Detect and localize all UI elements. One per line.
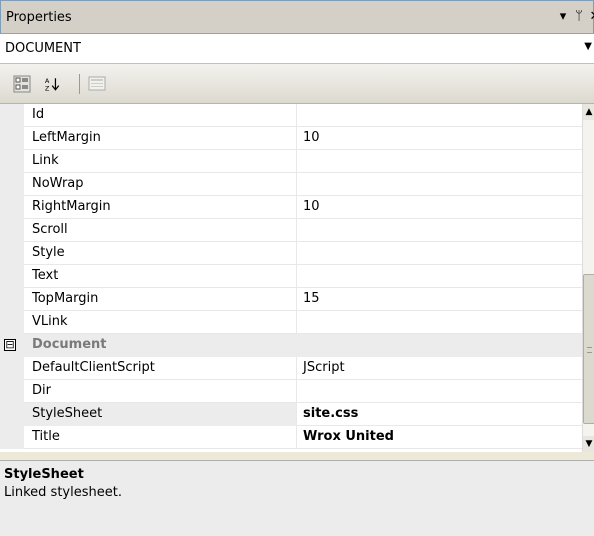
description-pane: StyleSheet Linked stylesheet.	[0, 460, 594, 536]
property-name: VLink	[32, 314, 68, 329]
property-name: Dir	[32, 383, 51, 398]
table-row[interactable]: RightMargin 10	[0, 196, 582, 219]
property-pages-icon[interactable]	[88, 75, 106, 93]
scroll-down-icon[interactable]: ▼	[583, 436, 594, 452]
scrollbar-thumb[interactable]	[583, 274, 594, 424]
table-row[interactable]: Scroll	[0, 219, 582, 242]
property-value[interactable]: Wrox United	[303, 429, 394, 444]
property-name: Id	[32, 107, 45, 122]
category-name: Document	[32, 337, 107, 352]
property-name: StyleSheet	[32, 406, 103, 421]
close-icon[interactable]: ✕	[587, 9, 594, 25]
property-name: LeftMargin	[32, 130, 101, 145]
property-value[interactable]: 10	[303, 199, 320, 214]
table-row[interactable]: Dir	[0, 380, 582, 403]
collapse-toggle-icon[interactable]: ⊟	[4, 339, 16, 351]
property-name: TopMargin	[32, 291, 99, 306]
property-value[interactable]: 15	[303, 291, 320, 306]
property-value[interactable]: JScript	[303, 360, 345, 375]
table-row[interactable]: Text	[0, 265, 582, 288]
table-row[interactable]: Style	[0, 242, 582, 265]
property-name: DefaultClientScript	[32, 360, 155, 375]
properties-toolbar: A Z	[0, 64, 594, 104]
sort-az-icon[interactable]: A Z	[44, 75, 62, 93]
property-name: Link	[32, 153, 59, 168]
table-row[interactable]: LeftMargin 10	[0, 127, 582, 150]
description-title: StyleSheet	[4, 467, 84, 482]
property-name: Scroll	[32, 222, 68, 237]
dropdown-arrow-icon[interactable]: ▾	[555, 9, 571, 25]
property-name: NoWrap	[32, 176, 84, 191]
properties-titlebar: Properties ▾ ᛘ ✕	[0, 0, 594, 34]
table-row[interactable]: NoWrap	[0, 173, 582, 196]
svg-text:Z: Z	[45, 85, 50, 93]
table-row[interactable]: VLink	[0, 311, 582, 334]
scroll-up-icon[interactable]: ▲	[583, 104, 594, 120]
description-text: Linked stylesheet.	[4, 485, 122, 500]
table-row[interactable]: TopMargin 15	[0, 288, 582, 311]
categorized-icon[interactable]	[13, 75, 31, 93]
object-selector-value: DOCUMENT	[5, 41, 81, 56]
property-name: Text	[32, 268, 59, 283]
table-row[interactable]: DefaultClientScript JScript	[0, 357, 582, 380]
property-name: RightMargin	[32, 199, 111, 214]
property-value[interactable]: 10	[303, 130, 320, 145]
table-row[interactable]: Id	[0, 104, 582, 127]
property-name: Style	[32, 245, 65, 260]
panel-title: Properties	[6, 10, 72, 25]
table-row-selected[interactable]: StyleSheet site.css	[0, 403, 582, 426]
table-row[interactable]: Title Wrox United	[0, 426, 582, 449]
pin-icon[interactable]: ᛘ	[571, 9, 587, 25]
category-row-document[interactable]: ⊟ Document	[0, 334, 582, 357]
table-row[interactable]: Link	[0, 150, 582, 173]
object-selector[interactable]: DOCUMENT ▼	[0, 34, 594, 64]
vertical-scrollbar[interactable]: ▲ ▼	[582, 104, 594, 452]
chevron-down-icon[interactable]: ▼	[584, 41, 592, 52]
toolbar-separator	[79, 74, 80, 94]
property-grid: Id LeftMargin 10 Link NoWrap RightMargin…	[0, 104, 582, 452]
property-value[interactable]: site.css	[303, 406, 358, 421]
property-name: Title	[32, 429, 60, 444]
